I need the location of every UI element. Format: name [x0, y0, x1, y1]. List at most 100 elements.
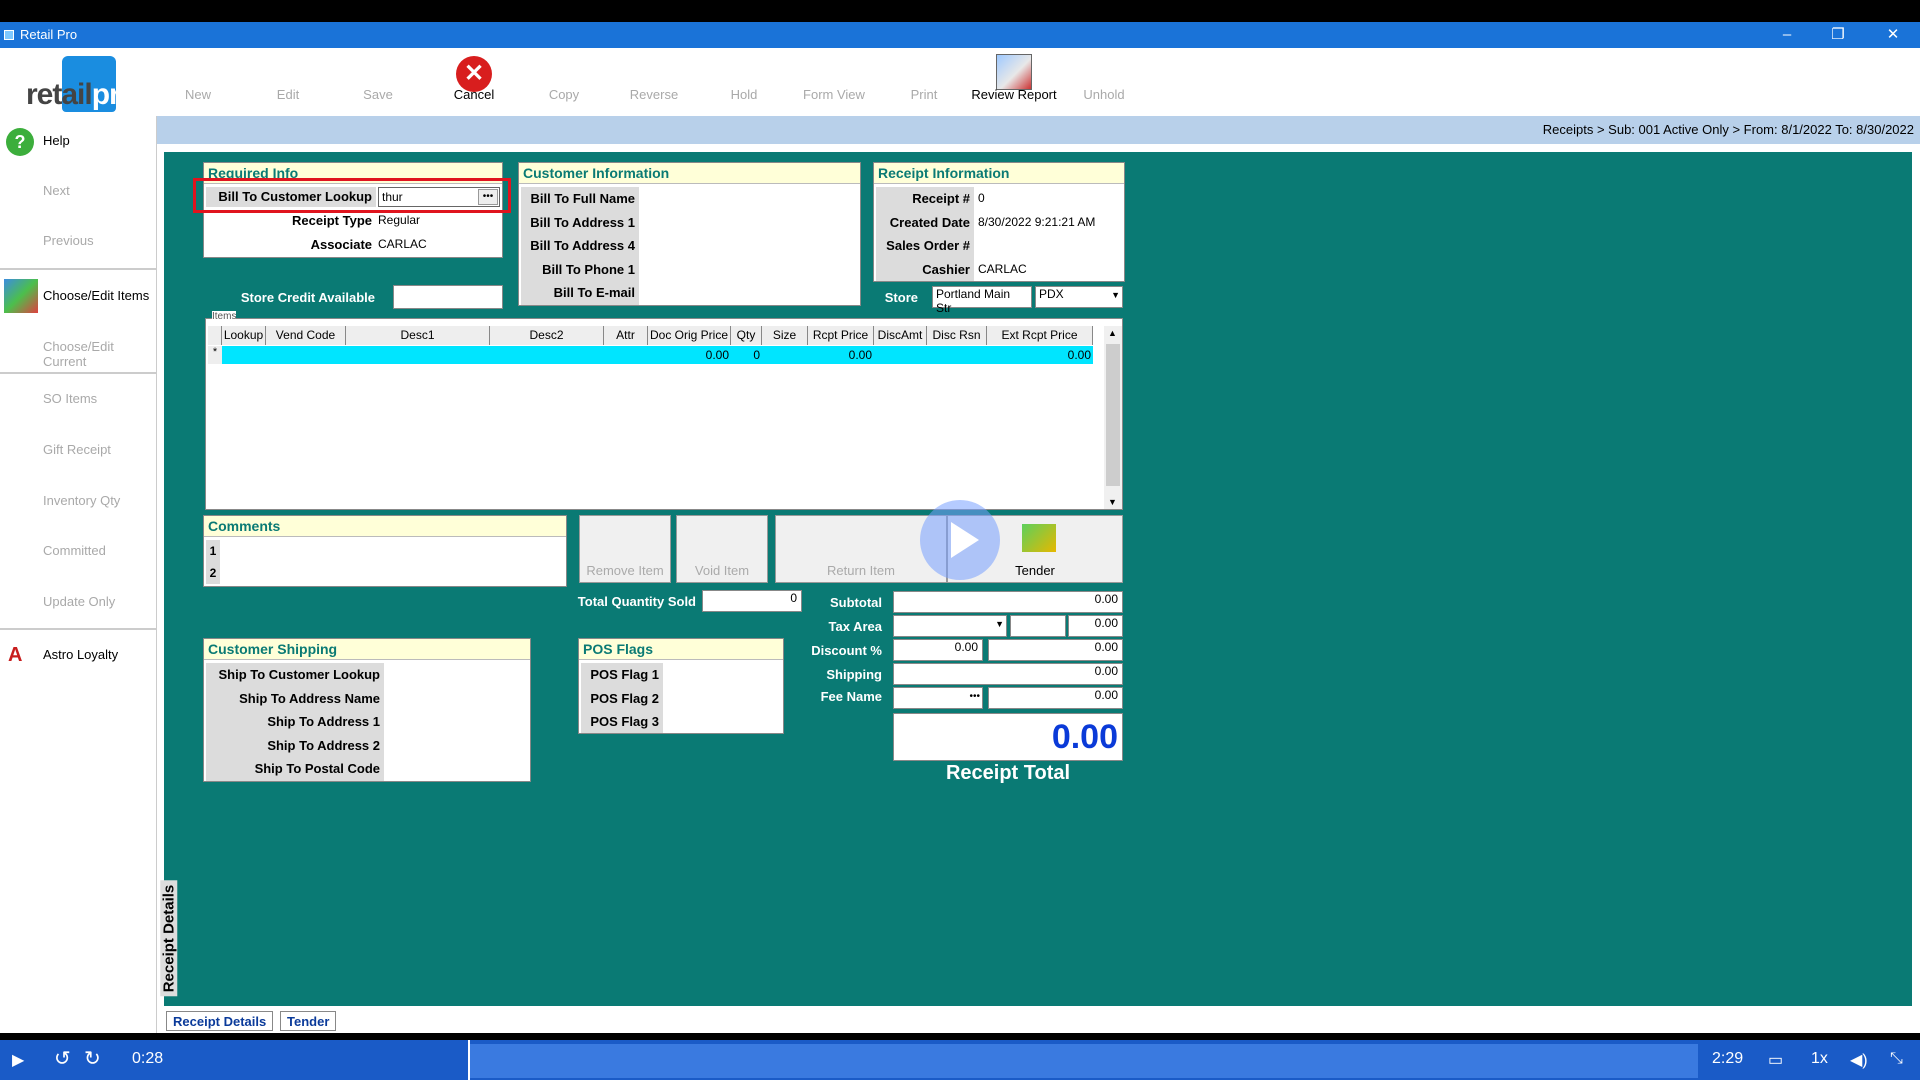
- hold-button[interactable]: Hold: [699, 48, 789, 116]
- new-button[interactable]: New: [153, 48, 243, 116]
- discount-percent-field[interactable]: 0.00: [893, 639, 983, 661]
- app-icon: [4, 30, 14, 40]
- bill-to-address4-label: Bill To Address 4: [530, 238, 635, 254]
- minimize-button[interactable]: –: [1772, 24, 1802, 46]
- remove-item-button[interactable]: Remove Item: [579, 515, 671, 583]
- sidebar-item-gift-receipt[interactable]: Gift Receipt: [0, 425, 157, 475]
- created-date-value: 8/30/2022 9:21:21 AM: [978, 215, 1096, 229]
- tab-tender[interactable]: Tender: [280, 1011, 337, 1031]
- vertical-tab-receipt-details[interactable]: Receipt Details: [160, 870, 190, 1010]
- sidebar-item-choose-edit-items[interactable]: Choose/Edit Items: [0, 271, 157, 321]
- scroll-down-icon[interactable]: ▼: [1108, 497, 1117, 507]
- unhold-button[interactable]: Unhold: [1059, 48, 1149, 116]
- col-ext-rcpt-price[interactable]: Ext Rcpt Price: [987, 326, 1093, 345]
- volume-icon[interactable]: ◀): [1850, 1050, 1868, 1070]
- col-rcpt-price[interactable]: Rcpt Price: [808, 326, 874, 345]
- row-ext-rcpt-price: 0.00: [1067, 348, 1091, 362]
- col-desc1[interactable]: Desc1: [346, 326, 490, 345]
- pos-flags-panel: POS Flags POS Flag 1 POS Flag 2 POS Flag…: [578, 638, 784, 734]
- store-credit-input[interactable]: [393, 285, 503, 309]
- captions-icon[interactable]: ▭: [1768, 1050, 1783, 1070]
- tax-area-select[interactable]: ▼: [893, 615, 1007, 637]
- store-code-value: PDX: [1039, 287, 1064, 301]
- sidebar-item-help[interactable]: ? Help: [0, 116, 157, 166]
- pos-flags-title: POS Flags: [579, 639, 783, 660]
- bill-to-phone1-label: Bill To Phone 1: [542, 261, 635, 277]
- sidebar-item-committed[interactable]: Committed: [0, 526, 157, 576]
- close-button[interactable]: ✕: [1878, 24, 1908, 46]
- col-disc-rsn[interactable]: Disc Rsn: [927, 326, 987, 345]
- col-desc2[interactable]: Desc2: [490, 326, 604, 345]
- fee-name-input[interactable]: •••: [893, 687, 983, 709]
- sidebar-item-previous[interactable]: Previous: [0, 216, 157, 266]
- playback-speed[interactable]: 1x: [1811, 1050, 1828, 1068]
- breadcrumb: Receipts > Sub: 001 Active Only > From: …: [157, 116, 1920, 144]
- receipt-type-value[interactable]: Regular: [378, 213, 421, 227]
- chevron-down-icon: ▼: [1111, 290, 1120, 300]
- window-title: Retail Pro: [20, 27, 78, 42]
- col-lookup[interactable]: Lookup: [222, 326, 266, 345]
- tab-receipt-details[interactable]: Receipt Details: [166, 1011, 274, 1031]
- row-qty: 0: [753, 348, 760, 362]
- items-title: Items: [212, 311, 237, 322]
- sidebar-item-choose-edit-current[interactable]: Choose/Edit Current: [0, 322, 157, 372]
- col-disc-amt[interactable]: DiscAmt: [874, 326, 927, 345]
- sidebar-item-inventory-qty[interactable]: Inventory Qty: [0, 476, 157, 526]
- ship-to-address1-label: Ship To Address 1: [267, 714, 380, 730]
- fee-lookup-ellipsis-button[interactable]: •••: [969, 691, 980, 702]
- cashier-value: CARLAC: [978, 262, 1027, 276]
- current-time: 0:28: [132, 1050, 164, 1067]
- void-item-button[interactable]: Void Item: [676, 515, 768, 583]
- save-button[interactable]: Save: [333, 48, 423, 116]
- review-report-button[interactable]: Review Report: [969, 48, 1059, 116]
- video-play-overlay-icon[interactable]: [920, 500, 1000, 580]
- tax-rate-field[interactable]: [1010, 615, 1066, 637]
- play-icon[interactable]: ▶: [12, 1050, 24, 1070]
- sidebar-item-astro-loyalty[interactable]: A Astro Loyalty: [0, 630, 157, 680]
- sidebar-item-update-only[interactable]: Update Only: [0, 577, 157, 627]
- receipt-total-label: Receipt Total: [945, 762, 1071, 784]
- table-row[interactable]: * 0.00 0 0.00 0.00: [208, 346, 1093, 364]
- edit-button[interactable]: Edit: [243, 48, 333, 116]
- items-scrollbar[interactable]: ▲ ▼: [1104, 326, 1122, 509]
- receipt-number-value: 0: [978, 191, 985, 205]
- review-report-icon: [996, 54, 1032, 90]
- row-rcpt-price: 0.00: [848, 348, 872, 362]
- bill-to-email-label: Bill To E-mail: [553, 285, 635, 301]
- pos-flag2-label: POS Flag 2: [590, 690, 659, 706]
- reverse-button[interactable]: Reverse: [609, 48, 699, 116]
- col-qty[interactable]: Qty: [731, 326, 762, 345]
- print-button[interactable]: Print: [879, 48, 969, 116]
- cashier-label: Cashier: [922, 261, 970, 277]
- rewind-10-icon[interactable]: ↺: [54, 1046, 71, 1071]
- comments-textarea[interactable]: [222, 540, 562, 584]
- sidebar-item-next[interactable]: Next: [0, 166, 157, 216]
- pos-flag3-label: POS Flag 3: [590, 714, 659, 729]
- associate-value[interactable]: CARLAC: [378, 237, 427, 251]
- cancel-button[interactable]: ✕ Cancel: [429, 48, 519, 116]
- form-view-button[interactable]: Form View: [789, 48, 879, 116]
- scroll-up-icon[interactable]: ▲: [1108, 328, 1117, 338]
- col-size[interactable]: Size: [762, 326, 808, 345]
- scroll-thumb[interactable]: [1106, 344, 1120, 486]
- tender-money-icon: [1022, 524, 1056, 552]
- discount-value: 0.00: [988, 639, 1123, 661]
- fee-value: 0.00: [988, 687, 1123, 709]
- shipping-label: Shipping: [826, 667, 882, 682]
- receipt-info-labels: Receipt # Created Date Sales Order # Cas…: [876, 187, 974, 281]
- forward-10-icon[interactable]: ↻: [84, 1046, 101, 1071]
- col-doc-orig-price[interactable]: Doc Orig Price: [648, 326, 731, 345]
- video-progress-handle[interactable]: [468, 1040, 471, 1080]
- copy-button[interactable]: Copy: [519, 48, 609, 116]
- col-vend-code[interactable]: Vend Code: [266, 326, 346, 345]
- store-label: Store: [884, 290, 918, 305]
- store-code-select[interactable]: PDX ▼: [1035, 286, 1123, 308]
- help-icon: ?: [6, 128, 34, 156]
- ship-to-address-name-label: Ship To Address Name: [239, 690, 380, 706]
- ship-to-postal-label: Ship To Postal Code: [254, 761, 380, 777]
- store-name-field[interactable]: Portland Main Str: [932, 286, 1032, 315]
- restore-button[interactable]: ❐: [1823, 24, 1853, 46]
- exit-fullscreen-icon[interactable]: ⤡: [1890, 1050, 1903, 1068]
- col-attr[interactable]: Attr: [604, 326, 648, 345]
- sidebar-item-so-items[interactable]: SO Items: [0, 374, 157, 424]
